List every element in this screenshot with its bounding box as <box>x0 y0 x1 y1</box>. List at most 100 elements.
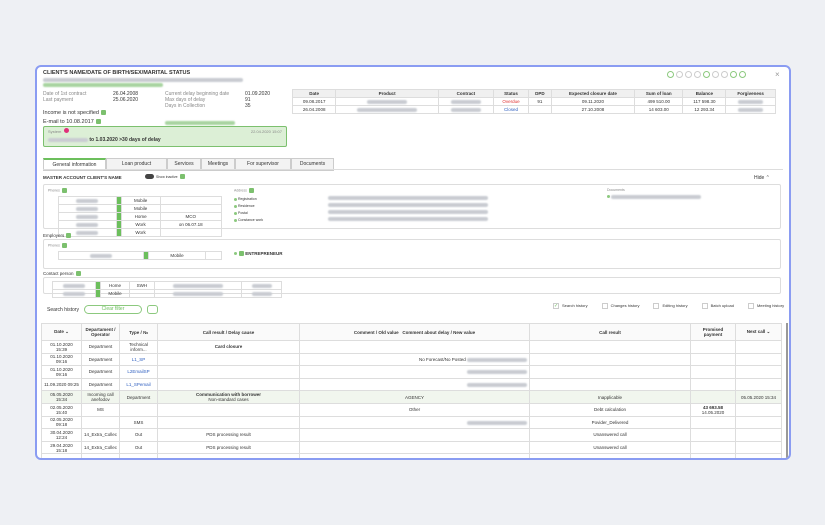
scrollbar[interactable] <box>786 323 788 458</box>
client-title: CLIENT'S NAME/DATE OF BIRTH/SEX/MARITAL … <box>43 70 191 76</box>
clear-filter-button[interactable]: Clear filter <box>84 305 142 314</box>
col-balance[interactable]: Balance <box>682 89 727 98</box>
history-row[interactable]: 02.05.2020 15:40 MS Other Debt calculation 4… <box>41 402 782 417</box>
history-row[interactable]: 29.04.2020 15:18 14_Extra_Collec Out PDS pr… <box>41 440 782 455</box>
edit-icon[interactable] <box>66 233 72 239</box>
cell-comment: No Forecast/No Posted <box>299 352 531 367</box>
cell-type: Department <box>119 390 159 404</box>
phone-row[interactable]: Mobile <box>58 251 222 260</box>
edit-icon[interactable] <box>75 271 81 277</box>
phone-row[interactable]: Work <box>58 228 223 237</box>
history-row[interactable]: 01.10.2020 15:39 Department Technical info… <box>41 340 782 354</box>
filter-search-history[interactable]: ✓ Search history <box>553 303 588 309</box>
phone-row[interactable]: Work on 06.07.18 <box>58 220 223 229</box>
cell-comment: Other <box>299 402 531 417</box>
col-department[interactable]: Departament / Operator <box>80 323 121 341</box>
cell-date: 02.05.2020 09:18 <box>41 415 82 430</box>
phone-row[interactable]: Mobile <box>58 204 223 213</box>
email-address[interactable] <box>165 120 235 125</box>
address-list: Registration Residence Postal Constance … <box>234 196 263 224</box>
edit-icon[interactable] <box>248 188 254 193</box>
cell-department <box>80 453 121 458</box>
show-inactive-toggle[interactable] <box>145 174 154 179</box>
col-call-result-2[interactable]: Call result <box>529 323 692 341</box>
cell-next-call <box>735 428 782 442</box>
filter-meeting-history[interactable]: Meeting history <box>747 303 784 309</box>
col-closure[interactable]: Expected closure date <box>550 89 636 98</box>
col-comment[interactable]: Comment / Old value Comment about delay … <box>299 323 531 341</box>
loan-row[interactable]: 26.04.2008 Closed 27.10.2008 14 603.00 12 29… <box>291 105 776 114</box>
phone-row[interactable]: Mobile <box>58 196 223 205</box>
col-status[interactable]: Status <box>492 89 530 98</box>
settings-icon[interactable] <box>739 71 746 78</box>
col-type[interactable]: Type / № <box>119 323 159 341</box>
call-icon[interactable] <box>694 71 701 78</box>
client-tags <box>43 82 163 87</box>
col-contract[interactable]: Contract <box>437 89 494 98</box>
contact-table: Home SWH Mobile <box>52 281 282 298</box>
loan-row[interactable]: 09.08.2017 Overdue 91 09.11.2020 499 510.00 1… <box>291 97 776 106</box>
cell-promised <box>690 428 737 442</box>
edit-icon[interactable] <box>95 119 101 125</box>
loan-date: 09.08.2017 <box>291 97 337 106</box>
history-row[interactable]: 01.10.2020 09:16 Department L1_SP No Foreca… <box>41 352 782 367</box>
cell-call-result-2: Unanswered call <box>529 440 692 455</box>
lock-icon[interactable] <box>721 71 728 78</box>
cell-next-call <box>735 340 782 354</box>
history-row[interactable]: 05.05.2020 15:34 Incoming call anefodov De… <box>41 390 782 404</box>
master-account-label: MASTER ACCOUNT CLIENT'S NAME <box>43 175 122 180</box>
edit-icon[interactable] <box>179 174 185 179</box>
cell-type: L1_SP <box>119 352 159 367</box>
cell-next-call <box>735 402 782 417</box>
filter-editing-history[interactable]: Editing history <box>653 303 688 309</box>
cell-type: L1_SPemail <box>119 377 159 392</box>
col-product[interactable]: Product <box>335 89 439 98</box>
edit-icon[interactable] <box>100 110 106 116</box>
edit-icon[interactable] <box>61 243 67 248</box>
cell-call-result <box>157 365 301 379</box>
alert-icon <box>64 128 69 133</box>
cell-date: 11.09.2020 09:25 <box>41 377 82 392</box>
cell-comment <box>299 415 531 430</box>
filter-batch-upload[interactable]: Batch upload <box>701 303 734 309</box>
history-row[interactable]: 02.05.2020 09:18 SMS Povider_Delivered <box>41 415 782 430</box>
info-icon[interactable] <box>685 71 692 78</box>
phone-row[interactable]: Home MCO <box>58 212 223 221</box>
cell-call-result: PDS processing result <box>157 428 301 442</box>
hide-button[interactable]: Hide ⌃ <box>754 175 770 181</box>
cell-department <box>80 415 121 430</box>
loan-sum: 14 603.00 <box>634 105 684 114</box>
col-sum[interactable]: Sum of loan <box>634 89 684 98</box>
cell-comment <box>299 377 531 392</box>
chat-icon[interactable] <box>676 71 683 78</box>
contact-row[interactable]: Home SWH <box>52 281 282 290</box>
shield-icon[interactable] <box>703 71 710 78</box>
email-text: E-mail to 10.08.2017 <box>43 119 94 125</box>
cell-next-call <box>735 415 782 430</box>
close-icon[interactable]: × <box>775 70 780 79</box>
documents-label: Documents <box>607 188 625 192</box>
col-date[interactable]: Date ⌄ <box>41 323 82 341</box>
contact-row[interactable]: Mobile <box>52 289 282 298</box>
cell-call-result-2 <box>529 352 692 367</box>
col-forgiveness[interactable]: Forgiveness <box>725 89 776 98</box>
history-row[interactable]: 01.10.2020 09:16 Department L2EmailSP <box>41 365 782 379</box>
entrepreneur-label: ENTREPRENEUR <box>245 251 283 256</box>
days-collection-value: 35 <box>245 103 251 109</box>
export-icon[interactable] <box>147 305 158 314</box>
history-row[interactable]: Unanswered call <box>41 453 782 458</box>
cell-department: Department <box>80 365 121 379</box>
filter-changes-history[interactable]: Changes history <box>601 303 639 309</box>
col-date[interactable]: Date <box>291 89 337 98</box>
cell-promised: 43 693.58 14.05.2020 <box>690 402 737 417</box>
edit-icon[interactable] <box>61 188 67 193</box>
col-dpd[interactable]: DPD <box>528 89 552 98</box>
history-row[interactable]: 30.04.2020 12:24 14_Extra_Collec Out PDS pr… <box>41 428 782 442</box>
minus-icon[interactable] <box>730 71 737 78</box>
col-next-call[interactable]: Next call ⌄ <box>735 323 782 341</box>
col-promised[interactable]: Promised payment <box>690 323 737 341</box>
mail-icon[interactable] <box>712 71 719 78</box>
col-call-result[interactable]: Call result / Delay cause <box>157 323 301 341</box>
phone-icon[interactable] <box>667 71 674 78</box>
history-row[interactable]: 11.09.2020 09:25 Department L1_SPemail <box>41 377 782 392</box>
